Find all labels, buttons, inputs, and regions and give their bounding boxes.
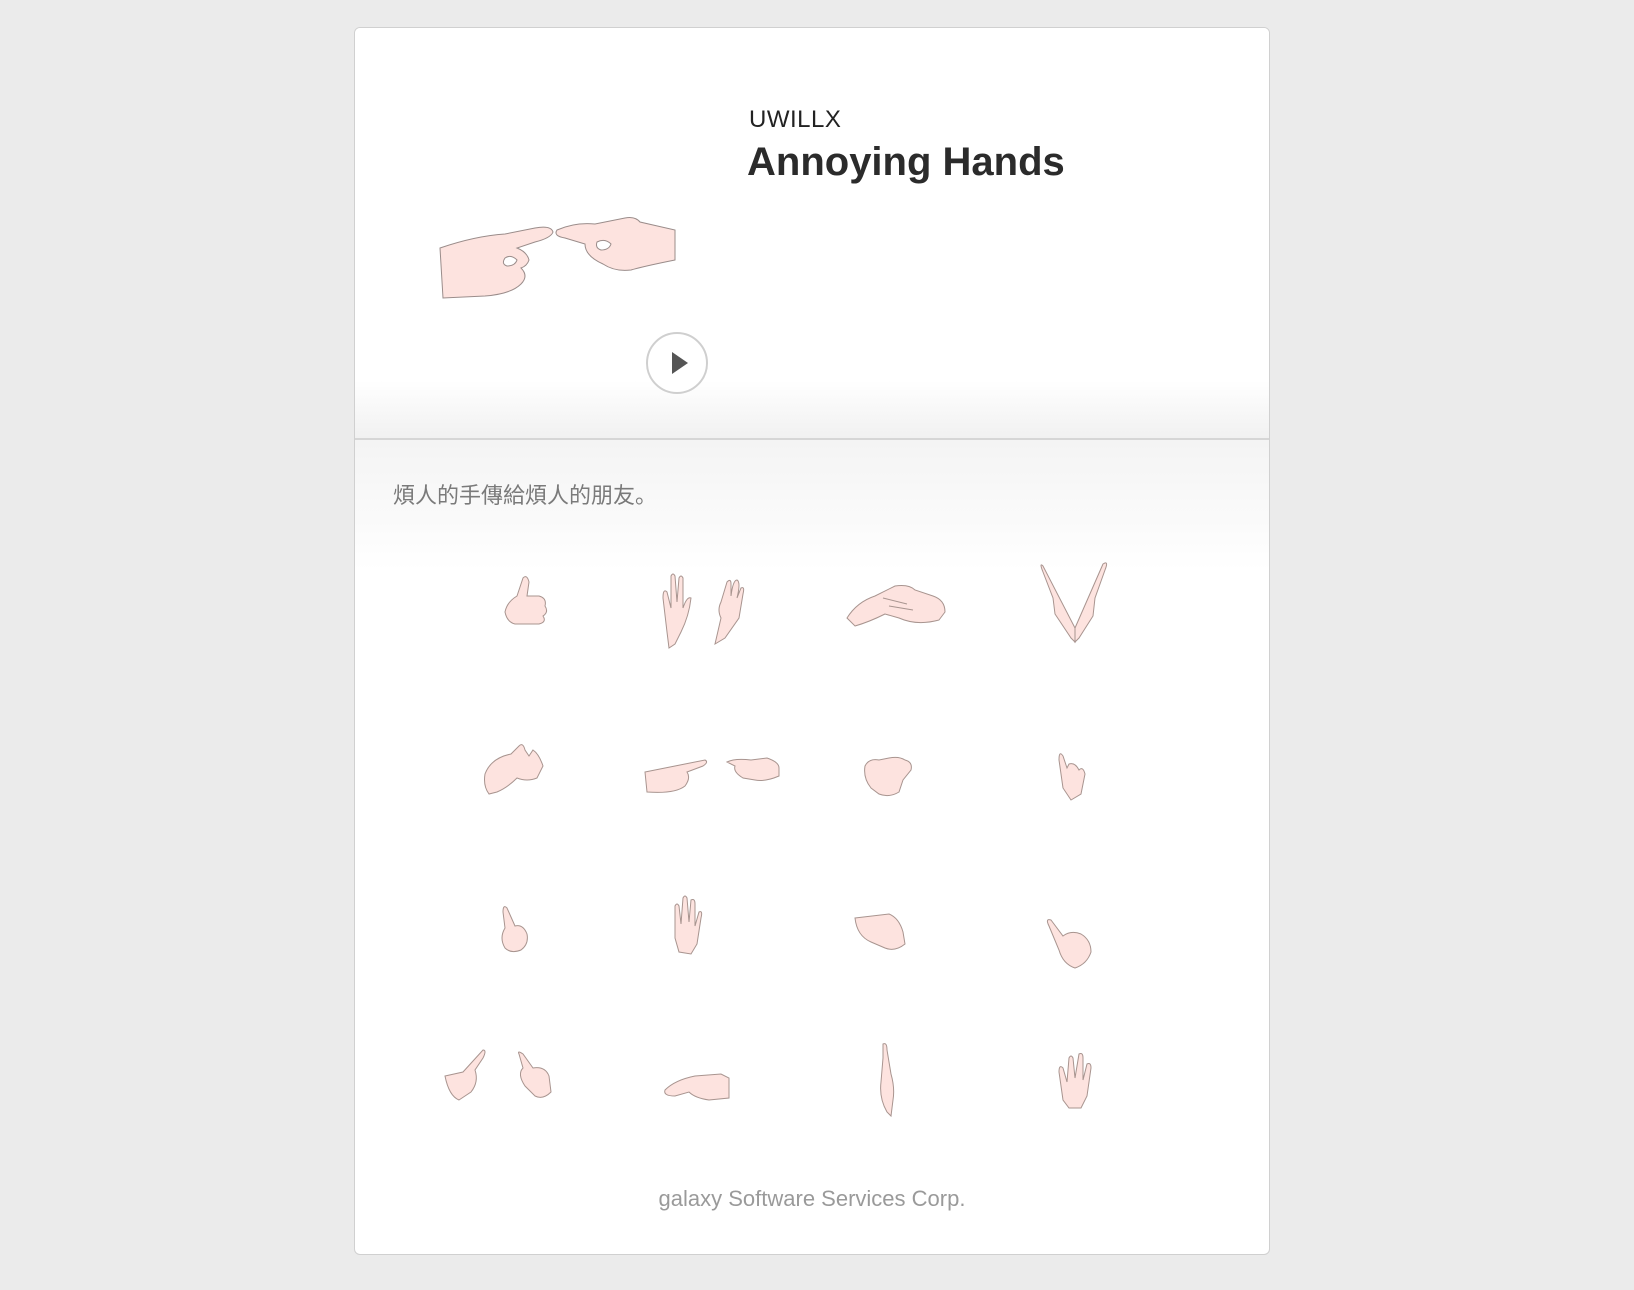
- two-open-hands-icon[interactable]: [615, 558, 799, 718]
- play-icon: [672, 352, 688, 374]
- two-pointing-hands-icon[interactable]: [615, 718, 799, 878]
- hero-section: UWILLX Annoying Hands: [355, 28, 1269, 440]
- handshake-icon[interactable]: [799, 558, 983, 718]
- single-finger-icon[interactable]: [799, 1038, 983, 1198]
- two-fingers-pointing-icon[interactable]: [431, 1038, 615, 1198]
- raised-hand-icon[interactable]: [983, 1038, 1167, 1198]
- app-title: Annoying Hands: [747, 140, 1065, 184]
- thumbs-up-icon[interactable]: [431, 558, 615, 718]
- play-button[interactable]: [646, 332, 708, 394]
- app-card: UWILLX Annoying Hands 煩人的手傳給煩人的朋友。 galax…: [354, 27, 1270, 1255]
- developer-name: UWILLX: [749, 106, 842, 133]
- finger-touch-icon: [439, 217, 676, 299]
- pointing-down-icon[interactable]: [983, 878, 1167, 1038]
- hand-gun-icon[interactable]: [431, 718, 615, 878]
- closed-fist-icon[interactable]: [799, 878, 983, 1038]
- open-palm-icon[interactable]: [615, 878, 799, 1038]
- app-description: 煩人的手傳給煩人的朋友。: [393, 484, 658, 509]
- index-finger-up-icon[interactable]: [431, 878, 615, 1038]
- rock-on-icon[interactable]: [983, 718, 1167, 878]
- footer-company: galaxy Software Services Corp.: [658, 1186, 966, 1211]
- praying-hands-icon[interactable]: [983, 558, 1167, 718]
- fist-icon[interactable]: [799, 718, 983, 878]
- gesture-grid: [431, 558, 1167, 1158]
- palm-down-icon[interactable]: [615, 1038, 799, 1198]
